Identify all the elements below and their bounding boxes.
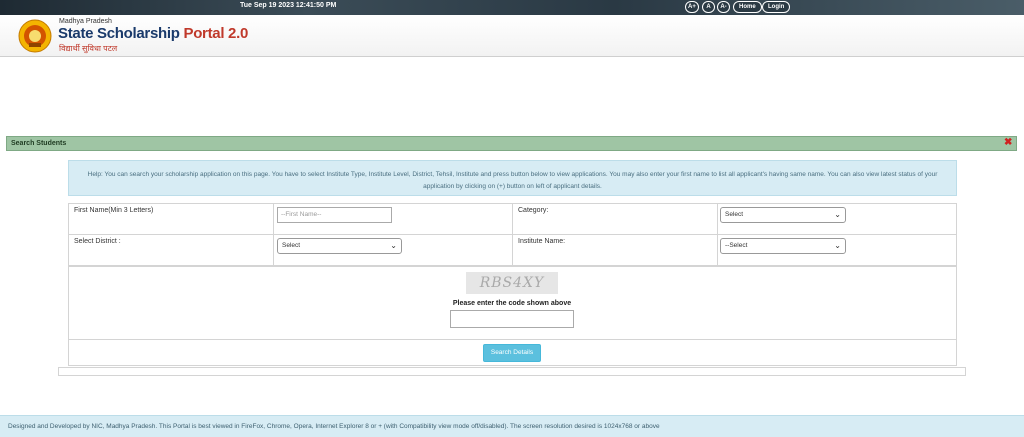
footer-text: Designed and Developed by NIC, Madhya Pr…: [8, 423, 660, 430]
mp-emblem-logo: [18, 19, 52, 53]
login-button[interactable]: Login: [762, 1, 791, 13]
brand-state: Madhya Pradesh: [59, 18, 112, 25]
captcha-input[interactable]: [450, 310, 574, 328]
district-select-value: Select: [282, 242, 301, 249]
captcha-hint: Please enter the code shown above: [452, 300, 572, 307]
font-decrease-button[interactable]: A-: [717, 1, 730, 13]
institute-select-value: --Select: [725, 242, 748, 249]
site-header: Madhya Pradesh State Scholarship Portal …: [0, 15, 1024, 57]
help-message: Help: You can search your scholarship ap…: [68, 160, 957, 196]
home-button[interactable]: Home: [733, 1, 762, 13]
category-label: Category:: [512, 203, 718, 235]
results-container: [58, 367, 966, 376]
page-footer: Designed and Developed by NIC, Madhya Pr…: [0, 415, 1024, 437]
search-students-panel-header: Search Students ✖: [6, 136, 1017, 151]
font-increase-button[interactable]: A+: [685, 1, 699, 13]
institute-label: Institute Name:: [512, 234, 718, 266]
brand-title: State Scholarship Portal 2.0: [58, 25, 248, 42]
captcha-image: RBS4XY: [466, 272, 558, 294]
chevron-down-icon: ⌄: [834, 210, 841, 219]
brand-title-main: State Scholarship: [58, 25, 180, 42]
district-label: Select District :: [68, 234, 274, 266]
search-details-button[interactable]: Search Details: [483, 344, 541, 362]
category-select-value: Select: [725, 211, 744, 218]
font-normal-button[interactable]: A: [702, 1, 715, 13]
page: Tue Sep 19 2023 12:41:50 PM A+ A A- Home…: [0, 0, 1024, 437]
close-x-icon[interactable]: ✖: [1004, 138, 1014, 148]
institute-select[interactable]: --Select ⌄: [720, 238, 846, 254]
top-bar: Tue Sep 19 2023 12:41:50 PM A+ A A- Home…: [0, 0, 1024, 15]
brand-title-accent: Portal 2.0: [183, 25, 249, 42]
first-name-input[interactable]: --First Name--: [277, 207, 392, 223]
panel-title: Search Students: [11, 140, 67, 147]
brand-hindi-title: विद्यार्थी सुविधा पटल: [59, 44, 118, 53]
category-select[interactable]: Select ⌄: [720, 207, 846, 223]
chevron-down-icon: ⌄: [834, 241, 841, 250]
district-select[interactable]: Select ⌄: [277, 238, 402, 254]
datetime-display: Tue Sep 19 2023 12:41:50 PM: [240, 2, 337, 9]
first-name-label: First Name(Min 3 Letters): [68, 203, 274, 235]
chevron-down-icon: ⌄: [390, 241, 397, 250]
